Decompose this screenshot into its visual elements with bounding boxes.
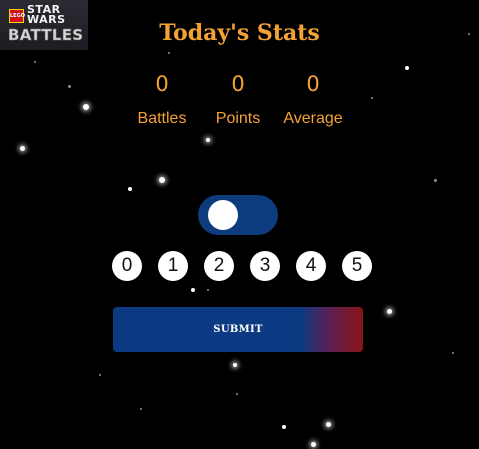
star	[311, 442, 316, 447]
star	[206, 138, 210, 142]
app-screen: LEGO STAR WARS BATTLES Today's Stats 0 B…	[0, 0, 479, 449]
star	[434, 179, 437, 182]
star	[452, 352, 454, 354]
star	[326, 422, 331, 427]
star	[99, 374, 101, 376]
rating-option-1[interactable]: 1	[158, 251, 188, 281]
star	[387, 309, 392, 314]
star	[20, 146, 25, 151]
star	[371, 97, 373, 99]
stat-battles: 0 Battles	[122, 72, 202, 128]
star	[191, 288, 195, 292]
star	[83, 104, 89, 110]
stat-points: 0 Points	[198, 72, 278, 128]
stat-points-value: 0	[231, 72, 245, 96]
rating-option-0[interactable]: 0	[112, 251, 142, 281]
star	[128, 187, 132, 191]
rating-option-3[interactable]: 3	[250, 251, 280, 281]
rating-option-2[interactable]: 2	[204, 251, 234, 281]
toggle-switch[interactable]	[198, 195, 278, 235]
stat-points-label: Points	[215, 110, 261, 127]
stat-average: 0 Average	[273, 72, 353, 128]
star	[236, 393, 238, 395]
stat-average-value: 0	[306, 72, 320, 96]
star	[168, 52, 170, 54]
star	[207, 289, 209, 291]
star	[140, 408, 142, 410]
submit-button[interactable]: SUBMIT	[113, 307, 363, 352]
star	[68, 85, 71, 88]
star	[233, 363, 237, 367]
rating-option-4[interactable]: 4	[296, 251, 326, 281]
stat-average-label: Average	[283, 110, 343, 127]
stat-battles-value: 0	[155, 72, 169, 96]
toggle-knob	[208, 200, 238, 230]
rating-option-5[interactable]: 5	[342, 251, 372, 281]
star	[282, 425, 286, 429]
star	[34, 61, 36, 63]
stat-battles-label: Battles	[137, 110, 187, 127]
star	[159, 177, 165, 183]
page-title: Today's Stats	[159, 20, 320, 46]
star	[405, 66, 409, 70]
